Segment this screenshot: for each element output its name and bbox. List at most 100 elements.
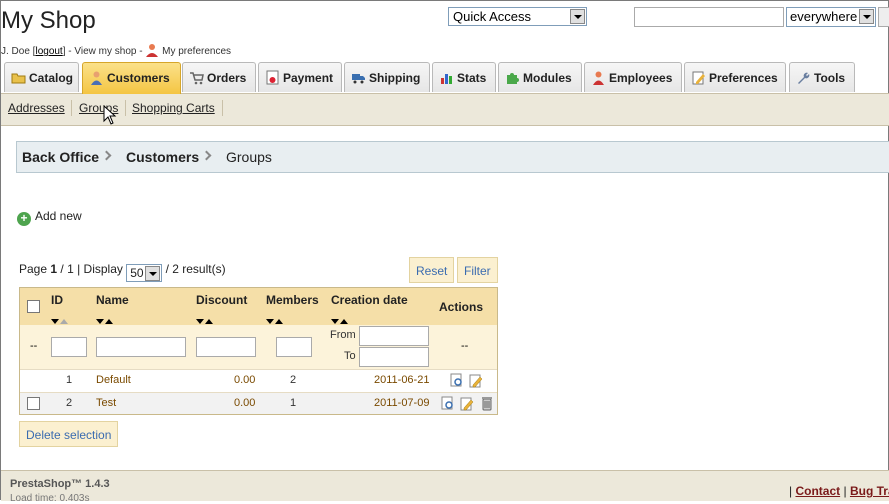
quick-access-value: Quick Access: [453, 9, 532, 24]
edit-icon[interactable]: [469, 373, 483, 388]
filter-button[interactable]: Filter: [457, 257, 498, 283]
sort-asc-icon[interactable]: [340, 319, 348, 324]
tab-label: Stats: [457, 71, 487, 85]
employee-icon: [146, 44, 159, 57]
subtab-shopping-carts[interactable]: Shopping Carts: [132, 101, 215, 115]
contact-link[interactable]: Contact: [795, 484, 840, 498]
breadcrumb-groups: Groups: [226, 149, 272, 165]
main-tabs: Catalog Customers Orders Payment Shippin…: [1, 62, 889, 94]
filter-dash: --: [30, 340, 38, 352]
tab-tools[interactable]: Tools: [789, 62, 855, 92]
breadcrumb-customers[interactable]: Customers: [126, 149, 199, 165]
add-icon: +: [17, 212, 31, 226]
column-header-id: ID: [51, 293, 63, 307]
tab-label: Payment: [283, 71, 334, 85]
puzzle-icon: [507, 73, 519, 84]
logout-link[interactable]: logout: [35, 46, 62, 57]
sort-asc-icon[interactable]: [105, 319, 113, 324]
cell-id: 1: [66, 374, 73, 386]
tab-employees[interactable]: Employees: [584, 62, 682, 92]
column-header-creation-date: Creation date: [331, 293, 408, 307]
sort-arrows[interactable]: [96, 313, 116, 324]
tab-catalog[interactable]: Catalog: [4, 62, 79, 92]
add-new-button[interactable]: + Add new: [17, 209, 82, 226]
filter-discount-input[interactable]: [196, 337, 256, 357]
display-count-select[interactable]: 50: [126, 264, 163, 282]
tab-label: Preferences: [709, 71, 778, 85]
sort-desc-icon[interactable]: [266, 319, 274, 324]
tab-preferences[interactable]: Preferences: [684, 62, 786, 92]
cell-discount: 0.00: [234, 397, 256, 409]
preferences-icon: [692, 71, 705, 85]
select-all-checkbox[interactable]: [27, 300, 40, 313]
view-icon[interactable]: [450, 373, 464, 388]
tab-payment[interactable]: Payment: [258, 62, 342, 92]
load-time-label: Load time: 0.403s: [10, 493, 90, 504]
delete-icon[interactable]: [480, 396, 494, 411]
sort-arrows[interactable]: [196, 313, 216, 324]
chevron-down-icon[interactable]: [570, 9, 585, 24]
search-input[interactable]: [634, 7, 784, 27]
subtab-addresses[interactable]: Addresses: [8, 101, 65, 115]
table-row[interactable]: 1 Default 0.00 2 2011-06-21: [20, 369, 497, 391]
tab-label: Customers: [107, 71, 170, 85]
cell-discount: 0.00: [234, 374, 256, 386]
chevron-right-icon: [101, 150, 112, 161]
mouse-cursor-icon: [103, 105, 117, 125]
my-preferences-link[interactable]: My preferences: [162, 46, 231, 57]
column-header-actions: Actions: [439, 300, 484, 314]
search-scope-select[interactable]: everywhere: [786, 7, 876, 27]
chevron-right-icon: [201, 150, 212, 161]
tab-shipping[interactable]: Shipping: [344, 62, 430, 92]
quick-access-select[interactable]: Quick Access: [448, 7, 587, 26]
filter-date-to-input[interactable]: [359, 347, 429, 367]
search-button[interactable]: [878, 7, 889, 27]
sort-asc-icon[interactable]: [60, 319, 68, 324]
view-icon[interactable]: [441, 396, 455, 411]
table-row[interactable]: 2 Test 0.00 1 2011-07-09: [20, 392, 497, 414]
reset-button[interactable]: Reset: [409, 257, 455, 283]
filter-id-input[interactable]: [51, 337, 87, 357]
filter-date-from-input[interactable]: [359, 326, 429, 346]
cart-icon: [190, 72, 204, 85]
sort-arrows[interactable]: [51, 313, 71, 324]
filter-name-input[interactable]: [96, 337, 186, 357]
filter-members-input[interactable]: [276, 337, 312, 357]
column-header-name: Name: [96, 293, 129, 307]
wrench-icon: [798, 72, 810, 84]
tab-orders[interactable]: Orders: [182, 62, 256, 92]
sort-desc-icon[interactable]: [196, 319, 204, 324]
breadcrumb-back-office[interactable]: Back Office: [22, 149, 99, 165]
subtab-divider: [71, 100, 72, 116]
chevron-down-icon[interactable]: [145, 266, 161, 281]
filter-row: -- From To --: [20, 325, 497, 369]
sort-arrows[interactable]: [266, 313, 286, 324]
delete-selection-button[interactable]: Delete selection: [19, 421, 119, 447]
current-page: 1: [50, 262, 58, 276]
employee-icon: [593, 71, 604, 85]
tab-customers[interactable]: Customers: [82, 62, 181, 94]
sort-desc-icon[interactable]: [96, 319, 104, 324]
tab-stats[interactable]: Stats: [432, 62, 496, 92]
sort-asc-icon[interactable]: [205, 319, 213, 324]
view-my-shop-link[interactable]: ] - View my shop -: [63, 46, 143, 57]
cell-members: 1: [290, 397, 297, 409]
cell-members: 2: [290, 374, 297, 386]
chevron-down-icon[interactable]: [859, 9, 874, 24]
sort-asc-icon[interactable]: [275, 319, 283, 324]
tab-label: Modules: [523, 71, 572, 85]
edit-icon[interactable]: [460, 396, 474, 411]
cell-name: Test: [96, 397, 117, 409]
tab-label: Catalog: [29, 71, 74, 85]
customer-icon: [91, 71, 102, 85]
cell-id: 2: [66, 397, 73, 409]
subtabs-bar: Addresses Groups Shopping Carts: [1, 94, 889, 126]
row-checkbox[interactable]: [27, 397, 40, 410]
tab-label: Orders: [207, 71, 247, 85]
sort-arrows[interactable]: [331, 313, 351, 324]
bug-tracker-link[interactable]: Bug Tracker: [850, 484, 889, 498]
sort-desc-icon[interactable]: [331, 319, 339, 324]
sort-desc-icon[interactable]: [51, 319, 59, 324]
footer: PrestaShop™ 1.4.3 Load time: 0.403s | Co…: [1, 470, 889, 504]
tab-modules[interactable]: Modules: [498, 62, 582, 92]
